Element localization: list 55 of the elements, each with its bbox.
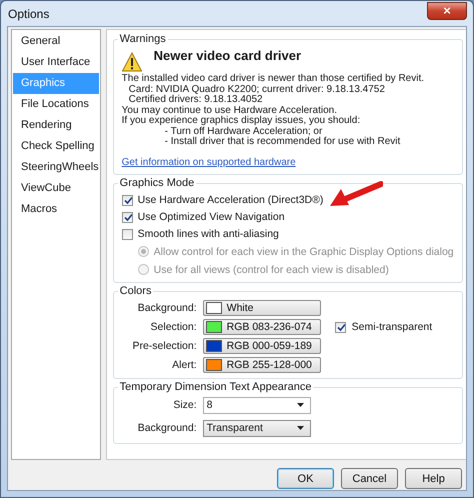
caret-icon — [296, 403, 304, 407]
field-label: Background: — [136, 302, 197, 314]
color-button[interactable]: RGB 083-236-074 — [202, 319, 321, 335]
caret-icon — [296, 426, 304, 430]
checkbox-label: Semi-transparent — [352, 321, 432, 333]
dropdown[interactable]: 8 — [202, 396, 311, 414]
radio-label: Use for all views (control for each view is disabled) — [154, 264, 389, 276]
checkbox[interactable] — [334, 322, 346, 332]
sidebar-item[interactable]: SteeringWheels — [13, 157, 99, 178]
group-title: Graphics Mode — [118, 176, 196, 188]
dialog-button[interactable]: OK — [277, 468, 334, 489]
dialog-button[interactable]: Help — [405, 468, 462, 489]
warning-text: - Turn off Hardware Acceleration; or — [164, 126, 324, 136]
group-title: Warnings — [118, 33, 168, 45]
checkbox[interactable] — [122, 212, 133, 222]
warning-text: You may continue to use Hardware Acceleration. — [122, 106, 338, 116]
sidebar-item[interactable]: Macros — [13, 199, 99, 220]
field-label: Pre-selection: — [131, 340, 197, 352]
dropdown[interactable]: Transparent — [202, 420, 311, 436]
checkbox[interactable] — [122, 194, 133, 206]
color-button[interactable]: RGB 255-128-000 — [202, 357, 321, 373]
sidebar-item[interactable]: ViewCube — [13, 178, 99, 199]
radio-label: Allow control for each view in the Graphic Display Options dialog — [154, 246, 454, 258]
warning-text: - Install driver that is recommended for use with Revit — [164, 137, 402, 148]
sidebar-item[interactable]: Rendering — [13, 115, 99, 136]
sidebar-item[interactable]: General — [13, 31, 99, 52]
field-label: Alert: — [171, 359, 197, 371]
field-label: Background: — [136, 422, 197, 434]
check-icon — [122, 212, 132, 222]
warning-heading: Newer video card driver — [154, 48, 302, 63]
dialog-button[interactable]: Cancel — [341, 468, 398, 489]
sidebar-item[interactable]: File Locations — [13, 94, 99, 115]
arrow-icon — [328, 180, 383, 208]
group-title: Colors — [118, 284, 154, 296]
check-icon — [336, 322, 345, 332]
sidebar-item[interactable]: User Interface — [13, 52, 99, 73]
warning-text: The installed video card driver is newer than those certified by Revit. — [122, 74, 426, 84]
field-label: Size: — [172, 399, 197, 411]
warning-text: If you experience graphics display issues, you should: — [122, 116, 362, 126]
warning-text: Certified drivers: 9.18.13.4052 — [128, 95, 264, 106]
check-icon — [122, 194, 132, 206]
group-title: Temporary Dimension Text Appearance — [118, 380, 314, 392]
warning-icon — [122, 52, 142, 72]
checkbox-label: Use Hardware Acceleration (Direct3D®) — [138, 194, 324, 206]
sidebar-item[interactable]: Check Spelling — [13, 136, 99, 157]
close-button[interactable]: × — [427, 2, 467, 20]
color-button[interactable]: RGB 000-059-189 — [202, 338, 321, 354]
field-label: Selection: — [150, 321, 197, 333]
warning-text: Card: NVIDIA Quadro K2200; current driver: 9.18.13.4752 — [128, 84, 386, 94]
hardware-link[interactable]: Get information on supported hardware — [122, 156, 296, 168]
checkbox-label: Use Optimized View Navigation — [138, 211, 285, 223]
checkbox[interactable] — [122, 228, 133, 240]
color-button[interactable]: White — [202, 300, 321, 316]
checkbox-label: Smooth lines with anti-aliasing — [138, 228, 279, 240]
window-title: Options — [8, 6, 50, 20]
